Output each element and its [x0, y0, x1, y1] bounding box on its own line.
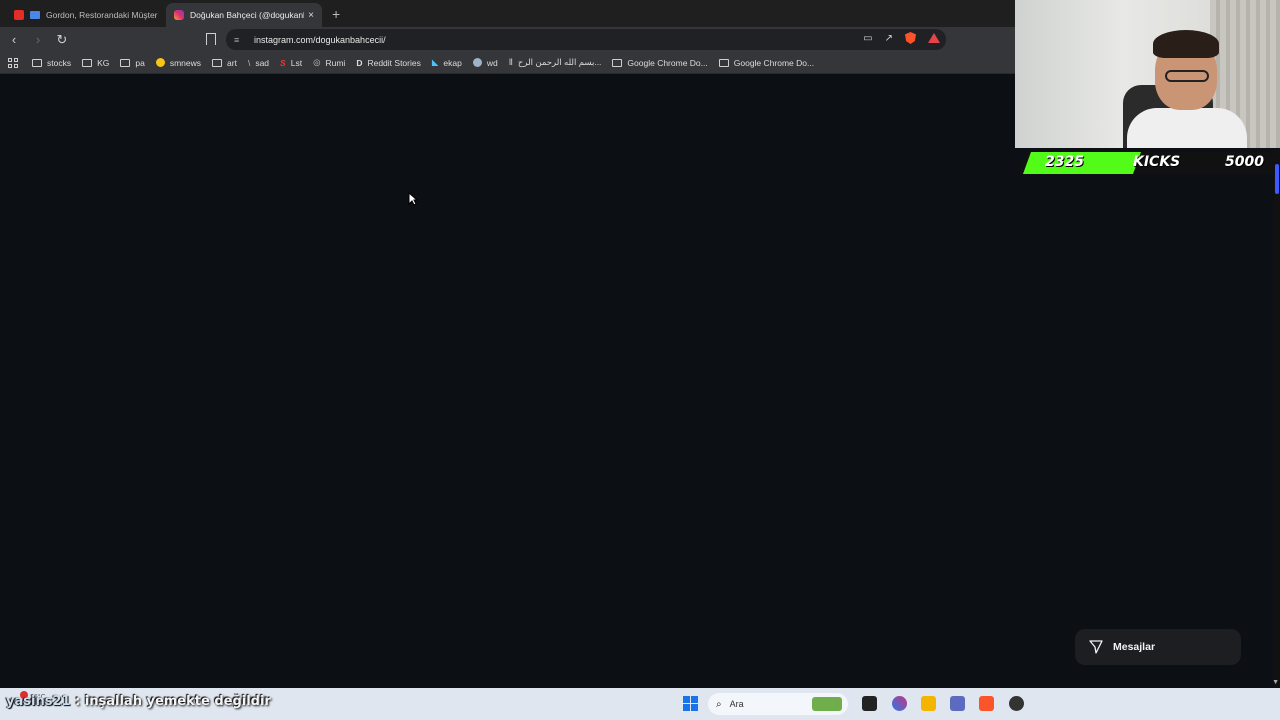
- d-logo-icon: D: [356, 57, 363, 68]
- bookmark-rumi[interactable]: ◎ Rumi: [313, 57, 345, 68]
- chat-username: yasins21: [6, 694, 71, 709]
- browser-toolbar: ‹ › ↻ ≡ instagram.com/dogukanbahcecii/ ▭…: [0, 27, 1015, 52]
- scrollbar-thumb[interactable]: [1275, 164, 1279, 194]
- page-scrollbar[interactable]: ▼: [1272, 150, 1280, 688]
- wikidata-icon: [472, 58, 482, 67]
- bookmark-ekap[interactable]: ◣ ekap: [432, 57, 462, 68]
- folder-icon: [212, 58, 223, 67]
- file-explorer-icon[interactable]: [921, 696, 936, 711]
- bookmark-reddit-stories[interactable]: D Reddit Stories: [356, 58, 421, 68]
- tab-instagram[interactable]: Doğukan Bahçeci (@dogukanba ×: [166, 3, 322, 27]
- brave-rewards-icon[interactable]: [928, 33, 940, 43]
- folder-icon: [120, 58, 131, 67]
- brave-shields-icon[interactable]: [905, 32, 916, 44]
- tab-title: Gordon, Restorandaki Müşterileri: [46, 10, 158, 20]
- kick-goal-target: 5000: [1225, 154, 1264, 170]
- bookmark-art[interactable]: art: [212, 58, 237, 68]
- folder-icon: [612, 58, 623, 67]
- share-icon[interactable]: ↗: [885, 33, 893, 44]
- smiley-icon: [155, 58, 165, 67]
- bookmark-stocks[interactable]: stocks: [32, 58, 71, 68]
- kick-goal-current: 2325: [1045, 154, 1084, 170]
- reload-button[interactable]: ↻: [52, 32, 72, 48]
- page-content: [0, 75, 1015, 688]
- folder-icon: [718, 58, 729, 67]
- snipping-tool-icon[interactable]: [950, 696, 965, 711]
- video-icon: [30, 11, 40, 19]
- cast-icon[interactable]: ▭: [863, 33, 872, 44]
- kick-goal-bar: 2325 KICKS 5000: [1018, 152, 1280, 174]
- taskbar-search[interactable]: ⌕ Ara: [708, 693, 848, 715]
- brave-browser-icon[interactable]: [979, 696, 994, 711]
- folder-icon: [32, 58, 42, 67]
- url-text[interactable]: instagram.com/dogukanbahcecii/: [254, 35, 386, 45]
- apps-grid-icon[interactable]: [8, 57, 18, 68]
- forward-button[interactable]: ›: [28, 32, 48, 47]
- bookmarks-bar: stocks KG pa smnews art \ sad S Lst ◎ Rumi …: [0, 52, 1015, 74]
- search-highlight-image: [812, 697, 842, 711]
- address-bar-actions: ▭ ↗: [863, 32, 940, 44]
- instagram-icon: [174, 10, 184, 20]
- messages-button[interactable]: Mesajlar: [1075, 629, 1241, 665]
- screen: Gordon, Restorandaki Müşterileri Doğukan…: [0, 0, 1280, 720]
- bookmark-smnews[interactable]: smnews: [155, 58, 201, 68]
- glasses: [1165, 70, 1209, 82]
- stream-chat-message: yasins21 : inşallah yemekte değildir: [6, 694, 271, 709]
- bookmark-sad[interactable]: \ sad: [248, 58, 269, 68]
- youtube-icon: [14, 10, 24, 20]
- task-view-icon[interactable]: [862, 696, 877, 711]
- tab-title: Doğukan Bahçeci (@dogukanba: [190, 10, 305, 20]
- bookmark-google-chrome-2[interactable]: Google Chrome Do...: [718, 58, 814, 68]
- hair: [1153, 30, 1219, 58]
- folder-icon: [82, 58, 93, 67]
- new-tab-button[interactable]: +: [332, 6, 340, 22]
- bookmark-page-icon[interactable]: [206, 33, 216, 45]
- library-icon: Ⅱ: [508, 57, 513, 67]
- scroll-down-icon[interactable]: ▼: [1272, 679, 1279, 686]
- address-bar[interactable]: ≡ instagram.com/dogukanbahcecii/ ▭ ↗: [226, 29, 946, 50]
- bookmark-pa[interactable]: pa: [120, 58, 145, 68]
- close-tab-icon[interactable]: ×: [308, 10, 314, 21]
- chat-text: : inşallah yemekte değildir: [75, 694, 271, 709]
- back-button[interactable]: ‹: [4, 32, 24, 47]
- bookmark-kg[interactable]: KG: [82, 58, 109, 68]
- s-logo-icon: S: [280, 57, 286, 68]
- webcam-feed: [1015, 0, 1280, 148]
- messages-label: Mesajlar: [1113, 641, 1156, 653]
- search-icon: ⌕: [716, 698, 722, 710]
- site-info-icon[interactable]: ≡: [234, 35, 244, 45]
- globe-icon: ◎: [313, 57, 321, 67]
- bookmark-bismillah[interactable]: Ⅱ بسم الله الرحمن الرح...: [509, 57, 602, 68]
- bookmark-google-chrome-1[interactable]: Google Chrome Do...: [612, 58, 708, 68]
- stream-side-panel: 2325 KICKS 5000 ▼: [1015, 0, 1280, 688]
- search-placeholder: Ara: [729, 699, 744, 709]
- shirt: [1127, 108, 1247, 148]
- copilot-icon[interactable]: [892, 696, 907, 711]
- slash-icon: \: [247, 57, 251, 68]
- ekap-logo-icon: ◣: [431, 57, 439, 67]
- kick-goal-label: KICKS: [1133, 154, 1181, 170]
- tab-youtube[interactable]: Gordon, Restorandaki Müşterileri: [6, 3, 166, 27]
- windows-start-icon[interactable]: [683, 696, 698, 711]
- obs-icon[interactable]: [1009, 696, 1024, 711]
- bookmark-wd[interactable]: wd: [472, 58, 498, 68]
- bookmark-lst[interactable]: S Lst: [280, 58, 302, 68]
- send-icon: [1089, 640, 1103, 654]
- tab-bar: Gordon, Restorandaki Müşterileri Doğukan…: [0, 0, 1015, 27]
